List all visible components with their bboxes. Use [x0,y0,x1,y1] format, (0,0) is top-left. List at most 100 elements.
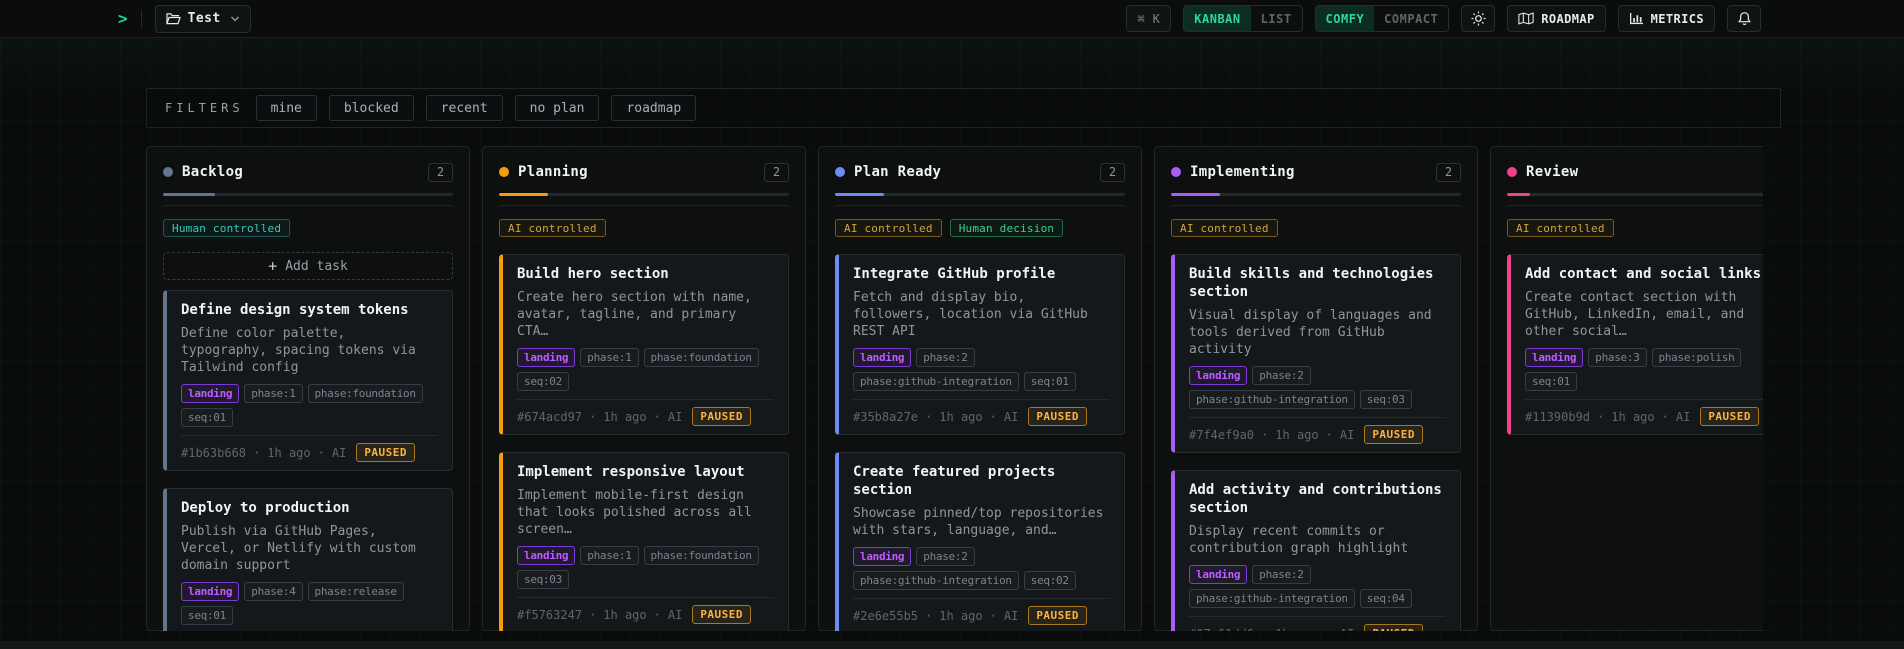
divider [1189,616,1446,617]
add-task-label: Add task [285,258,348,274]
density-toggle-comfy[interactable]: COMFY [1315,6,1375,31]
view-toggle-list[interactable]: LIST [1251,6,1302,31]
card-description: Define color palette, typography, spacin… [181,326,416,375]
divider [517,597,774,598]
command-palette-button[interactable]: ⌘ K [1126,5,1172,32]
card-title: Deploy to production [181,500,350,516]
separator: · [1261,627,1268,632]
card-tags: landing phase:1 phase:foundation seq:02 [517,348,774,391]
separator: · [989,608,997,623]
column-status-dot [499,167,509,177]
top-bar-actions: ⌘ K KANBAN LIST COMFY COMPACT ROADMAP ME… [1126,5,1761,32]
tag-landing: landing [853,547,912,566]
status-badge: PAUSED [1028,606,1088,625]
divider [1189,417,1446,418]
filter-recent[interactable]: recent [425,95,503,121]
card-tags: landing phase:2 phase:github-integration… [1189,366,1446,409]
density-toggle-compact[interactable]: COMPACT [1374,6,1448,31]
filter-no-plan[interactable]: no plan [514,95,600,121]
metrics-button[interactable]: METRICS [1617,5,1715,32]
chevron-down-icon [230,15,240,23]
tag-landing: landing [1189,565,1248,584]
status-badge: PAUSED [692,407,752,426]
filter-blocked[interactable]: blocked [328,95,414,121]
card-time: 1h ago [939,608,983,623]
column-implementing: Implementing 2 AI controlled Build skill… [1154,146,1478,631]
card-hash: #2e6e55b5 [853,608,919,623]
tag: seq:03 [1359,390,1412,409]
card-time: 1h ago [267,445,311,460]
tag: phase:4 [244,582,303,601]
tag: phase:foundation [643,546,759,565]
column-progress-track [1171,193,1461,196]
view-toggle-kanban[interactable]: KANBAN [1184,6,1251,31]
policy-badge: AI controlled [1171,219,1278,237]
task-card[interactable]: Deploy to production Publish via GitHub … [163,488,453,631]
task-card[interactable]: Create featured projects section Showcas… [835,452,1125,631]
divider [517,399,774,400]
task-card[interactable]: Build hero section Create hero section w… [499,254,789,435]
tag: seq:01 [1023,372,1076,391]
card-agent: AI [1675,409,1691,424]
column-status-dot [835,167,845,177]
column-status-dot [163,167,173,177]
column-policy-badges: AI controlled [499,219,789,237]
card-description: Fetch and display bio, followers, locati… [853,290,1088,339]
tag: phase:2 [916,547,975,566]
card-tags: landing phase:1 phase:foundation seq:01 [181,384,438,427]
tag: phase:1 [580,348,639,367]
column-header: Implementing 2 [1171,162,1461,182]
separator: · [653,607,661,622]
column-progress-track [163,193,453,196]
separator: · [589,607,597,622]
card-tags: landing phase:2 phase:github-integration… [853,547,1110,590]
card-agent: AI [1339,427,1355,442]
column-policy-badges: Human controlled [163,219,453,237]
policy-badge: Human decision [949,219,1064,237]
column-progress-fill [1171,193,1221,196]
policy-badge: AI controlled [1507,219,1614,237]
tag-landing: landing [1189,366,1248,385]
card-hash: #11390b9d [1525,409,1591,424]
card-tags: landing phase:2 phase:github-integration… [853,348,1110,391]
card-agent: AI [667,409,683,424]
divider [181,435,438,436]
separator: · [1597,409,1605,424]
bell-icon [1737,11,1752,26]
filter-roadmap[interactable]: roadmap [611,95,697,121]
card-footer: #1b63b668 · 1h ago · AI PAUSED [181,443,438,462]
column-plan-ready: Plan Ready 2 AI controlled Human decisio… [818,146,1142,631]
column-progress-track [1507,193,1763,196]
task-card[interactable]: Implement responsive layout Implement mo… [499,452,789,631]
add-task-button[interactable]: + Add task [163,252,453,280]
column-count-badge: 2 [764,162,789,182]
task-card[interactable]: Build skills and technologies section Vi… [1171,254,1461,453]
task-card[interactable]: Integrate GitHub profile Fetch and displ… [835,254,1125,435]
column-count-badge: 2 [1436,162,1461,182]
tag: phase:github-integration [853,372,1019,391]
card-agent: AI [331,445,347,460]
tag: seq:02 [1023,571,1076,590]
roadmap-button[interactable]: ROADMAP [1507,5,1606,32]
horizontal-scrollbar-track[interactable] [0,641,1904,649]
card-footer: #2e6e55b5 · 1h ago · AI PAUSED [853,606,1110,625]
roadmap-label: ROADMAP [1541,11,1595,26]
separator: · [925,409,933,424]
theme-toggle-button[interactable] [1461,5,1496,32]
task-card[interactable]: Define design system tokens Define color… [163,290,453,471]
task-card[interactable]: Add activity and contributions section D… [1171,470,1461,631]
tag-landing: landing [181,582,240,601]
column-header: Backlog 2 [163,162,453,182]
filter-mine[interactable]: mine [255,95,317,121]
separator: · [1661,409,1669,424]
policy-badge: Human controlled [163,219,291,237]
card-tags: landing phase:1 phase:foundation seq:03 [517,546,774,589]
divider [1171,205,1461,206]
card-title: Build hero section [517,266,669,282]
card-description: Display recent commits or contribution g… [1189,524,1409,556]
card-agent: AI [1003,608,1019,623]
view-mode-toggle: KANBAN LIST [1183,5,1303,32]
notifications-button[interactable] [1727,5,1761,32]
project-selector-button[interactable]: Test [154,4,251,33]
task-card[interactable]: Add contact and social links Create cont… [1507,254,1763,435]
